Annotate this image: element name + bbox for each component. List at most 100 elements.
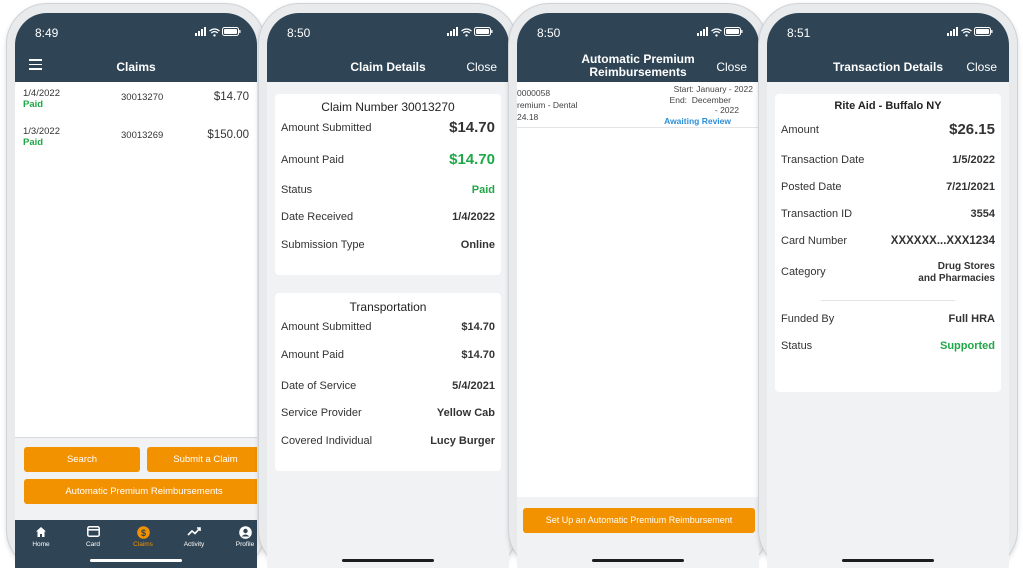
home-indicator (90, 559, 182, 562)
item-start: Start: January - 2022 (673, 84, 753, 94)
claim-details-screen: 8:50 Claim Details Close Claim Number 30… (267, 13, 509, 568)
signal-icon (447, 27, 458, 36)
battery-icon (724, 27, 743, 36)
detail-row: Date Received 1/4/2022 (281, 211, 495, 227)
item-type: remium - Dental (517, 100, 578, 110)
claim-card-title: Claim Number 30013270 (275, 100, 501, 114)
search-button[interactable]: Search (24, 447, 140, 472)
row-value: $14.70 (449, 151, 495, 168)
claim-row[interactable]: 1/4/2022 Paid 30013270 $14.70 (15, 88, 257, 120)
setup-reimbursement-button[interactable]: Set Up an Automatic Premium Reimbursemen… (523, 508, 755, 533)
status-icons (195, 27, 241, 37)
divider (821, 300, 955, 301)
home-icon (21, 526, 61, 539)
reimbursement-item[interactable]: 0000058 remium - Dental 24.18 Start: Jan… (517, 82, 759, 128)
tab-claims[interactable]: $ Claims (123, 526, 163, 548)
claim-date: 1/4/2022 (23, 88, 60, 99)
claim-date: 1/3/2022 (23, 126, 60, 137)
status-time: 8:49 (35, 26, 59, 40)
status-time: 8:51 (787, 26, 811, 40)
transaction-screen: 8:51 Transaction Details Close Rite Aid … (767, 13, 1009, 568)
row-value: 7/21/2021 (946, 181, 995, 193)
claim-row[interactable]: 1/3/2022 Paid 30013269 $150.00 (15, 126, 257, 158)
detail-row: Posted Date 7/21/2021 (781, 181, 995, 197)
transport-card: Transportation Amount Submitted $14.70 Am… (275, 293, 501, 471)
claims-screen: 8:49 Claims 1/4/2022 Paid 30013270 $14.7… (15, 13, 257, 568)
row-value: 5/4/2021 (452, 380, 495, 392)
row-value: Full HRA (948, 313, 995, 325)
tab-card[interactable]: Card (73, 526, 113, 548)
row-value: XXXXXX...XXX1234 (890, 235, 995, 247)
claims-content: 1/4/2022 Paid 30013270 $14.70 1/3/2022 P… (15, 82, 257, 568)
row-value: Drug Stores and Pharmacies (918, 261, 995, 285)
tab-profile[interactable]: Profile (225, 526, 257, 548)
close-button[interactable]: Close (716, 60, 747, 74)
claim-details-header: 8:50 Claim Details Close (267, 13, 509, 82)
status-time: 8:50 (537, 26, 561, 40)
tab-home[interactable]: Home (21, 526, 61, 548)
row-value-line-2: and Pharmacies (918, 273, 995, 284)
trend-icon (174, 526, 214, 539)
wifi-icon (461, 27, 472, 37)
tab-label: Card (85, 541, 101, 548)
row-label: Amount Submitted (281, 321, 372, 333)
tab-label: Activity (183, 541, 205, 548)
signal-icon (195, 27, 206, 36)
status-icons (947, 27, 993, 37)
reimbursement-list: 0000058 remium - Dental 24.18 Start: Jan… (517, 82, 759, 497)
detail-row: Transaction Date 1/5/2022 (781, 154, 995, 170)
row-label: Submission Type (281, 239, 365, 251)
claim-number: 30013270 (121, 92, 164, 103)
wifi-icon (961, 27, 972, 37)
claim-card: Claim Number 30013270 Amount Submitted $1… (275, 94, 501, 275)
item-status: Awaiting Review (664, 116, 731, 126)
row-label: Transaction Date (781, 154, 865, 166)
claims-header: 8:49 Claims (15, 13, 257, 82)
detail-row: Status Paid (281, 184, 495, 200)
auto-premium-button[interactable]: Automatic Premium Reimbursements (24, 479, 257, 504)
row-value: $14.70 (461, 321, 495, 333)
row-label: Transaction ID (781, 208, 853, 220)
close-button[interactable]: Close (966, 60, 997, 74)
transaction-content: Rite Aid - Buffalo NY Amount $26.15 Trans… (767, 82, 1009, 568)
premium-content: 0000058 remium - Dental 24.18 Start: Jan… (517, 82, 759, 568)
detail-row: Transaction ID 3554 (781, 208, 995, 224)
row-label: Funded By (781, 313, 835, 325)
row-label: Amount Paid (281, 154, 344, 166)
detail-row: Status Supported (781, 340, 995, 356)
item-end: End: December (670, 95, 731, 105)
claim-amount: $14.70 (213, 91, 249, 103)
detail-row: Service Provider Yellow Cab (281, 407, 495, 423)
tab-activity[interactable]: Activity (174, 526, 214, 548)
phone-claim-details: 8:50 Claim Details Close Claim Number 30… (259, 4, 517, 568)
user-icon (225, 526, 257, 539)
detail-row: Amount Paid $14.70 (281, 151, 495, 170)
close-button[interactable]: Close (466, 60, 497, 74)
card-icon (73, 526, 113, 539)
row-value: 3554 (970, 208, 995, 220)
item-amount: 24.18 (517, 112, 539, 122)
premium-screen: 8:50 Automatic Premium Reimbursements Cl… (517, 13, 759, 568)
status-icons (447, 27, 493, 37)
row-label: Status (281, 184, 313, 196)
submit-claim-button[interactable]: Submit a Claim (147, 447, 257, 472)
status-icons (697, 27, 743, 37)
battery-icon (222, 27, 241, 36)
page-title: Claims (116, 60, 156, 74)
row-value: Paid (471, 184, 495, 196)
battery-icon (474, 27, 493, 36)
transaction-card: Rite Aid - Buffalo NY Amount $26.15 Trans… (775, 94, 1001, 392)
row-value-line-1: Drug Stores (937, 261, 995, 272)
claim-details-content: Claim Number 30013270 Amount Submitted $1… (267, 82, 509, 568)
detail-row: Submission Type Online (281, 239, 495, 255)
home-indicator (842, 559, 934, 562)
detail-row: Amount Submitted $14.70 (281, 321, 495, 337)
row-value: Supported (940, 340, 995, 352)
claim-amount: $150.00 (207, 129, 249, 141)
row-value: Yellow Cab (436, 407, 495, 419)
tab-label: Profile (235, 541, 255, 548)
detail-row: Category Drug Stores and Pharmacies (781, 261, 995, 287)
detail-row: Amount $26.15 (781, 121, 995, 140)
detail-row: Date of Service 5/4/2021 (281, 380, 495, 396)
svg-text:$: $ (140, 528, 145, 538)
